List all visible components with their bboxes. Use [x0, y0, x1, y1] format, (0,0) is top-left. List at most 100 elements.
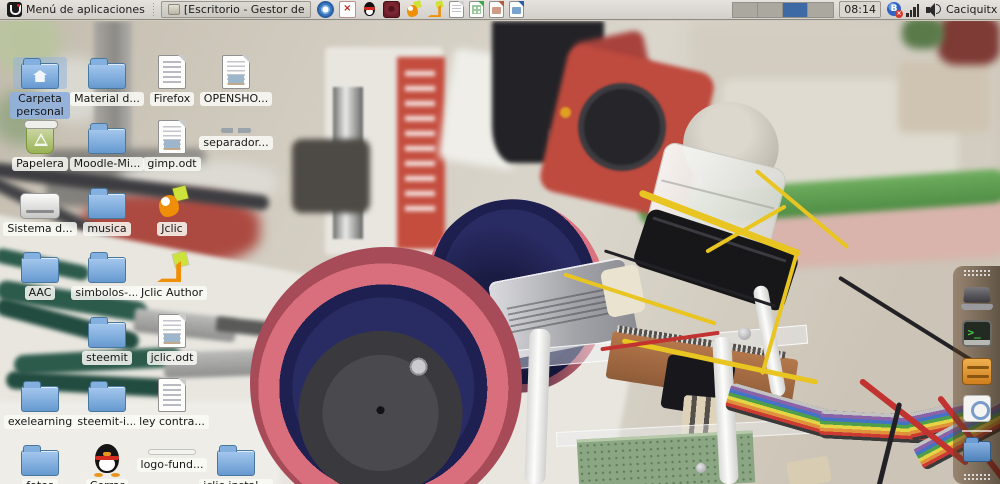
- desktop-window-icon: [167, 4, 180, 15]
- system-tray: B ×: [886, 1, 942, 18]
- desktop-icon-firefox[interactable]: Firefox: [140, 55, 204, 106]
- thin-image-icon: [221, 128, 251, 133]
- network-name-label: Caciquitxs T: [946, 3, 998, 16]
- workspace-4[interactable]: [808, 2, 834, 17]
- laptop-icon[interactable]: [960, 282, 994, 314]
- recorder-icon[interactable]: [382, 1, 400, 18]
- desktop-icon-label: Sistema d...: [3, 222, 77, 236]
- folder-icon: [88, 58, 126, 89]
- bluetooth-disabled-icon[interactable]: B ×: [886, 1, 903, 18]
- desktop-icon-fotos[interactable]: fotos: [8, 444, 72, 484]
- qq-messenger-icon[interactable]: [361, 1, 378, 18]
- text-document-icon: [158, 55, 186, 89]
- desktop-icon-label: musica: [83, 222, 131, 236]
- desktop-icon-jclic-odt[interactable]: jclic.odt: [140, 314, 204, 365]
- desktop-icon-moodle[interactable]: Moodle-Mi...: [69, 122, 145, 171]
- side-dock: >_: [953, 266, 1000, 484]
- desktop-icon-material[interactable]: Material d...: [70, 57, 144, 106]
- desktop-icon-jclic-author[interactable]: Jclic Author: [137, 251, 207, 300]
- beige-connector: [786, 455, 832, 484]
- folder-icon: [88, 188, 126, 219]
- close-window-icon[interactable]: ×: [338, 1, 356, 18]
- hard-drive-icon: [20, 193, 60, 219]
- desktop-icon-label: Moodle-Mi...: [69, 157, 145, 171]
- volume-icon[interactable]: [925, 1, 942, 18]
- desktop-icon-openshot[interactable]: OPENSHO...: [199, 55, 273, 106]
- taskbar-window-title: [Escritorio - Gestor de ar...: [183, 3, 304, 16]
- folder-icon: [217, 445, 255, 476]
- desktop-icon-steemit[interactable]: steemit: [75, 316, 139, 365]
- calc-document-icon[interactable]: [468, 1, 484, 18]
- top-panel: Menú de aplicaciones [Escritorio - Gesto…: [0, 0, 1000, 20]
- desktop-icon-label: Jclic: [157, 222, 187, 236]
- workspace-1[interactable]: [733, 2, 759, 17]
- desktop-icon-label: exelearning: [3, 415, 77, 429]
- multimeter-button: [560, 107, 571, 118]
- folder-icon: [88, 381, 126, 412]
- dock-drag-handle[interactable]: [963, 270, 990, 277]
- desktop-icon-ley-contra[interactable]: ley contra...: [135, 378, 209, 429]
- desktop-icon-musica[interactable]: musica: [75, 187, 139, 236]
- desktop-icon-jclic-instal[interactable]: jclic-instal...: [199, 444, 273, 484]
- workspace-2[interactable]: [758, 2, 784, 17]
- desktop-icon-papelera[interactable]: Papelera: [8, 120, 72, 171]
- terminal-icon[interactable]: >_: [960, 319, 994, 351]
- desktop-icon-exelearning[interactable]: exelearning: [3, 380, 77, 429]
- desktop-icon-label: OPENSHO...: [199, 92, 273, 106]
- file-drawer-icon[interactable]: [960, 356, 994, 388]
- desktop-icon-label: logo-fund...: [136, 458, 208, 472]
- image-document-icon: [158, 120, 186, 154]
- desktop-icon-gimp-odt[interactable]: gimp.odt: [140, 120, 204, 171]
- folder-icon: [88, 317, 126, 348]
- folder-icon: [21, 381, 59, 412]
- jclic-author-logo-icon: [155, 251, 189, 283]
- thin-image-icon: [148, 449, 196, 455]
- folder-icon: [21, 252, 59, 283]
- image-document-icon: [222, 55, 250, 89]
- writer-document-icon[interactable]: [448, 1, 464, 18]
- desktop-icon-label: steemit: [82, 351, 132, 365]
- desktop-icon-logo-fund[interactable]: logo-fund...: [136, 444, 208, 472]
- draw-document-icon[interactable]: [508, 1, 524, 18]
- desktop-icon-label: separador...: [199, 136, 273, 150]
- dark-cylinder-base: [292, 139, 370, 213]
- jclic-author-icon[interactable]: [427, 0, 444, 18]
- jclic-logo-icon: [155, 185, 189, 219]
- workspace-3-active[interactable]: [783, 2, 809, 17]
- desktop-icon-label: jclic-instal...: [199, 479, 273, 484]
- desktop-icon-steemit-i[interactable]: steemit-i...: [73, 380, 141, 429]
- display-icon[interactable]: [960, 393, 994, 425]
- desktop-icon-simbolos[interactable]: simbolos-...: [71, 251, 143, 300]
- folder-icon[interactable]: [960, 437, 994, 469]
- desktop-icon-cerrar[interactable]: Cerrar: [75, 444, 139, 484]
- clock[interactable]: 08:14: [839, 1, 881, 18]
- qq-penguin-icon: [92, 444, 122, 477]
- desktop-icon-label: Papelera: [12, 157, 68, 171]
- desktop-icon-label: Jclic Author: [137, 286, 207, 300]
- desktop-icon-aac[interactable]: AAC: [8, 251, 72, 300]
- desktop-icon-carpeta-personal[interactable]: Carpeta personal: [8, 57, 72, 119]
- applications-menu-button[interactable]: Menú de aplicaciones: [2, 0, 150, 19]
- image-document-icon: [158, 314, 186, 348]
- workspace-pager: [732, 1, 835, 18]
- desktop-icon-jclic[interactable]: Jclic: [140, 185, 204, 236]
- dock-separator: [961, 430, 992, 432]
- desktop-icon-label: Material d...: [70, 92, 144, 106]
- folder-icon: [21, 445, 59, 476]
- dock-drag-handle[interactable]: [963, 474, 990, 481]
- desktop-icon-label: fotos: [22, 479, 58, 484]
- desktop-icon-sistema[interactable]: Sistema d...: [3, 187, 77, 236]
- taskbar-window-button[interactable]: [Escritorio - Gestor de ar...: [160, 1, 311, 18]
- desktop-icon-label: simbolos-...: [71, 286, 143, 300]
- chromium-icon[interactable]: [316, 1, 334, 18]
- panel-separator: [151, 2, 157, 17]
- jclic-icon[interactable]: [405, 0, 422, 18]
- network-signal-icon[interactable]: [906, 2, 922, 17]
- desktop-icon-separador[interactable]: separador...: [199, 122, 273, 150]
- desktop-icon-label: ley contra...: [135, 415, 209, 429]
- desktop-icon-label: steemit-i...: [73, 415, 141, 429]
- folder-icon: [88, 123, 126, 154]
- impress-document-icon[interactable]: [488, 1, 504, 18]
- desktop-icon-label: Cerrar: [85, 479, 129, 484]
- panel-launchers: ×: [316, 0, 524, 18]
